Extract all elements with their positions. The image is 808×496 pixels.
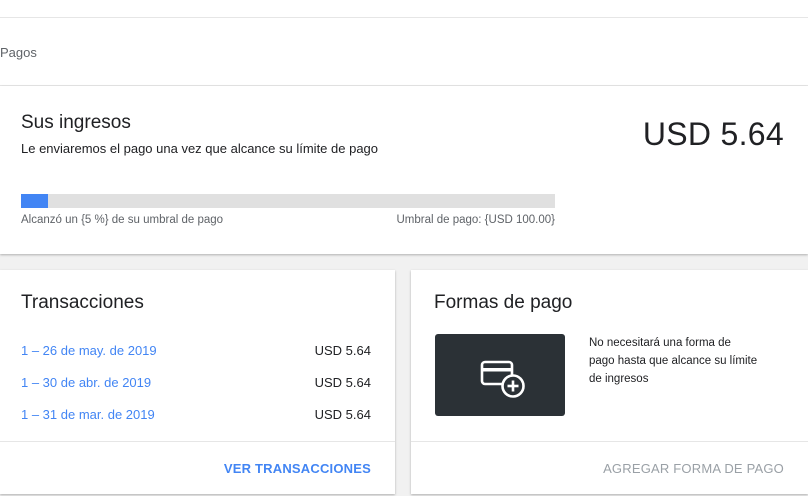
card-divider [411,441,808,442]
payment-methods-card: Formas de pago No necesitará una forma d… [411,270,808,494]
earnings-card: Sus ingresos Le enviaremos el pago una v… [0,86,808,254]
add-card-icon [480,360,525,398]
page-header: Pagos [0,0,808,86]
earnings-subtitle: Le enviaremos el pago una vez que alcanc… [21,141,379,156]
payment-methods-title: Formas de pago [434,292,573,313]
progress-fill [21,194,48,208]
transaction-date-link[interactable]: 1 – 31 de mar. de 2019 [21,407,155,422]
progress-percent-label: Alcanzó un {5 %} de su umbral de pago [21,214,224,226]
transaction-date-link[interactable]: 1 – 26 de may. de 2019 [21,343,157,358]
transaction-amount: USD 5.64 [314,343,371,358]
transaction-amount: USD 5.64 [314,375,371,390]
payment-threshold-progress-bar [21,194,555,208]
transaction-date-link[interactable]: 1 – 30 de abr. de 2019 [21,375,151,390]
earnings-amount: USD 5.64 [642,116,784,152]
transactions-card: Transacciones 1 – 26 de may. de 2019 USD… [0,270,395,494]
header-divider [0,17,808,18]
transaction-amount: USD 5.64 [314,407,371,422]
transaction-row: 1 – 30 de abr. de 2019 USD 5.64 [21,375,371,395]
transactions-title: Transacciones [21,292,144,313]
transaction-row: 1 – 26 de may. de 2019 USD 5.64 [21,343,371,363]
add-payment-method-button[interactable]: AGREGAR FORMA DE PAGO [603,461,784,476]
breadcrumb: Pagos [0,45,37,60]
card-divider [0,441,395,442]
view-transactions-button[interactable]: VER TRANSACCIONES [224,461,371,476]
payment-methods-message: No necesitará una forma de pago hasta qu… [589,337,758,385]
payment-threshold-label: Umbral de pago: {USD 100.00} [396,214,555,226]
add-payment-method-tile [435,334,565,416]
earnings-title: Sus ingresos [21,112,131,133]
transaction-row: 1 – 31 de mar. de 2019 USD 5.64 [21,407,371,427]
